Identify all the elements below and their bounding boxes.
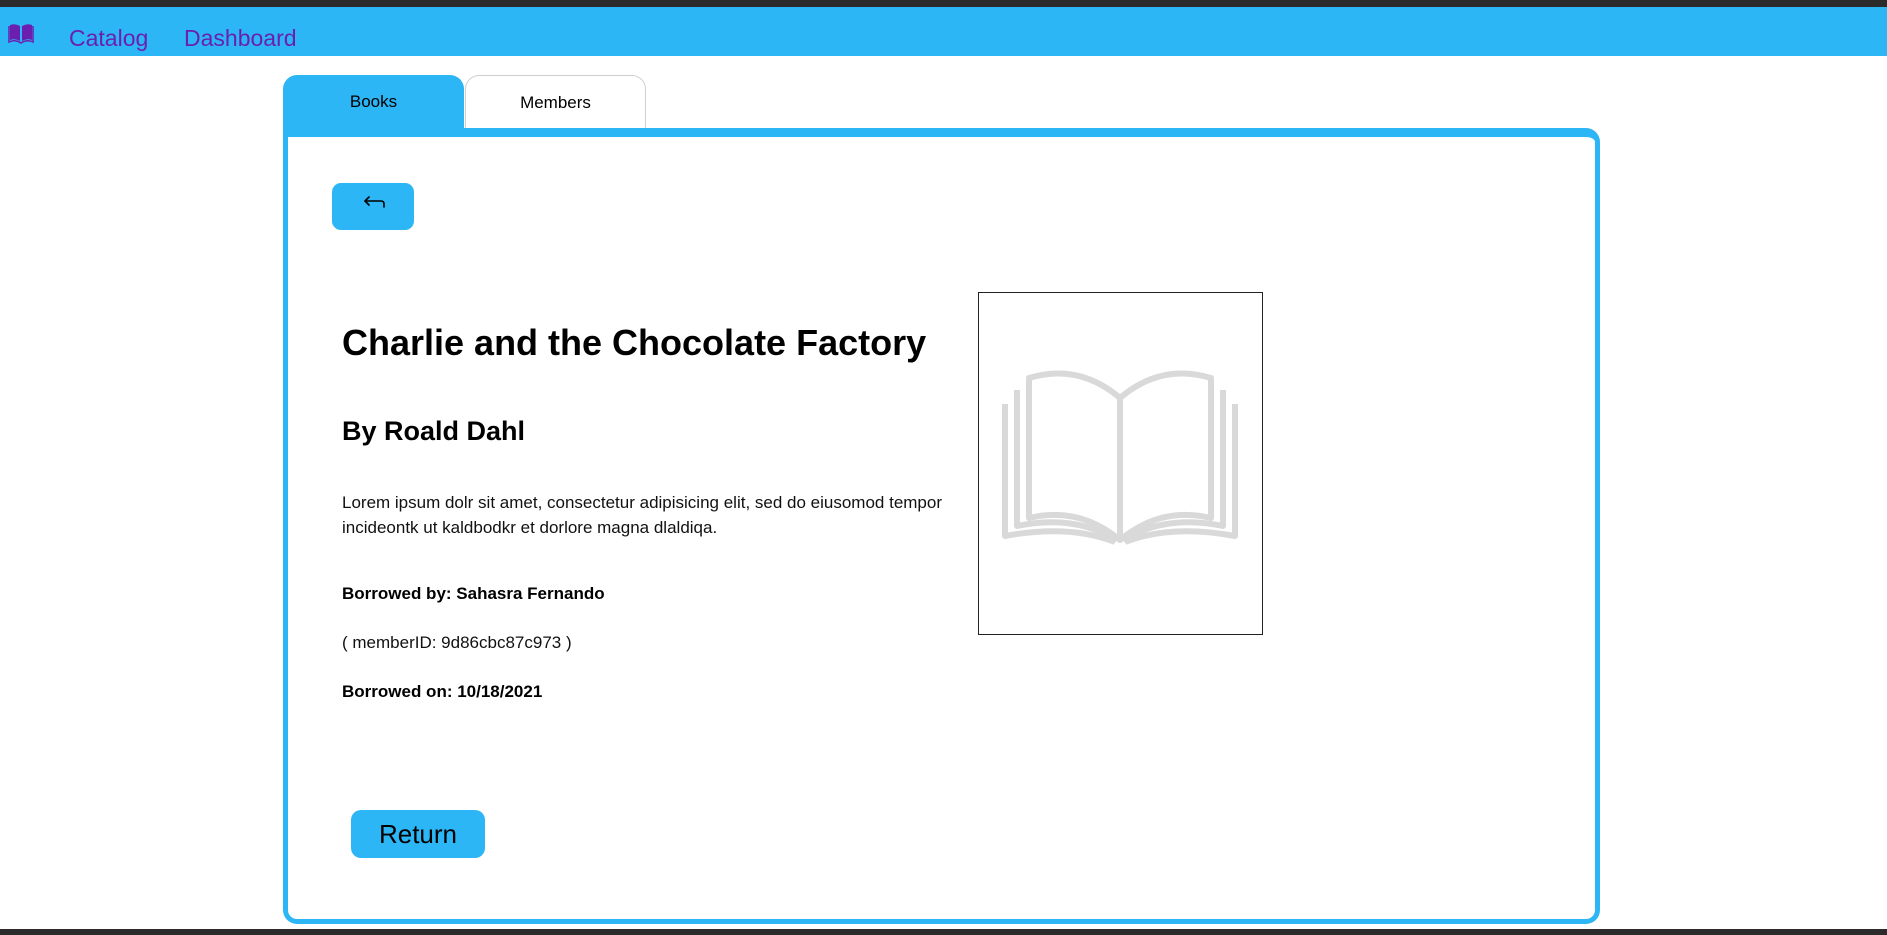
top-navbar: Catalog Dashboard	[0, 7, 1887, 56]
open-book-placeholder-icon	[1002, 370, 1238, 545]
book-description: Lorem ipsum dolr sit amet, consectetur a…	[342, 493, 943, 537]
book-open-icon[interactable]	[8, 22, 34, 44]
borrowed-on-text: Borrowed on: 10/18/2021	[342, 682, 543, 701]
book-author: By Roald Dahl	[342, 416, 526, 446]
book-cover-image	[978, 292, 1263, 635]
book-title: Charlie and the Chocolate Factory	[342, 322, 927, 363]
window-top-edge	[0, 0, 1887, 7]
tab-members[interactable]: Members	[465, 75, 646, 129]
nav-link-dashboard[interactable]: Dashboard	[184, 25, 297, 52]
return-button[interactable]: Return	[351, 810, 485, 858]
window-bottom-edge	[0, 929, 1887, 935]
back-arrow-icon	[360, 195, 386, 218]
member-id-text: ( memberID: 9d86cbc87c973 )	[342, 633, 572, 652]
back-button[interactable]	[332, 183, 414, 230]
nav-link-catalog[interactable]: Catalog	[69, 25, 148, 52]
borrowed-by-text: Borrowed by: Sahasra Fernando	[342, 584, 605, 603]
tab-books[interactable]: Books	[283, 75, 464, 129]
